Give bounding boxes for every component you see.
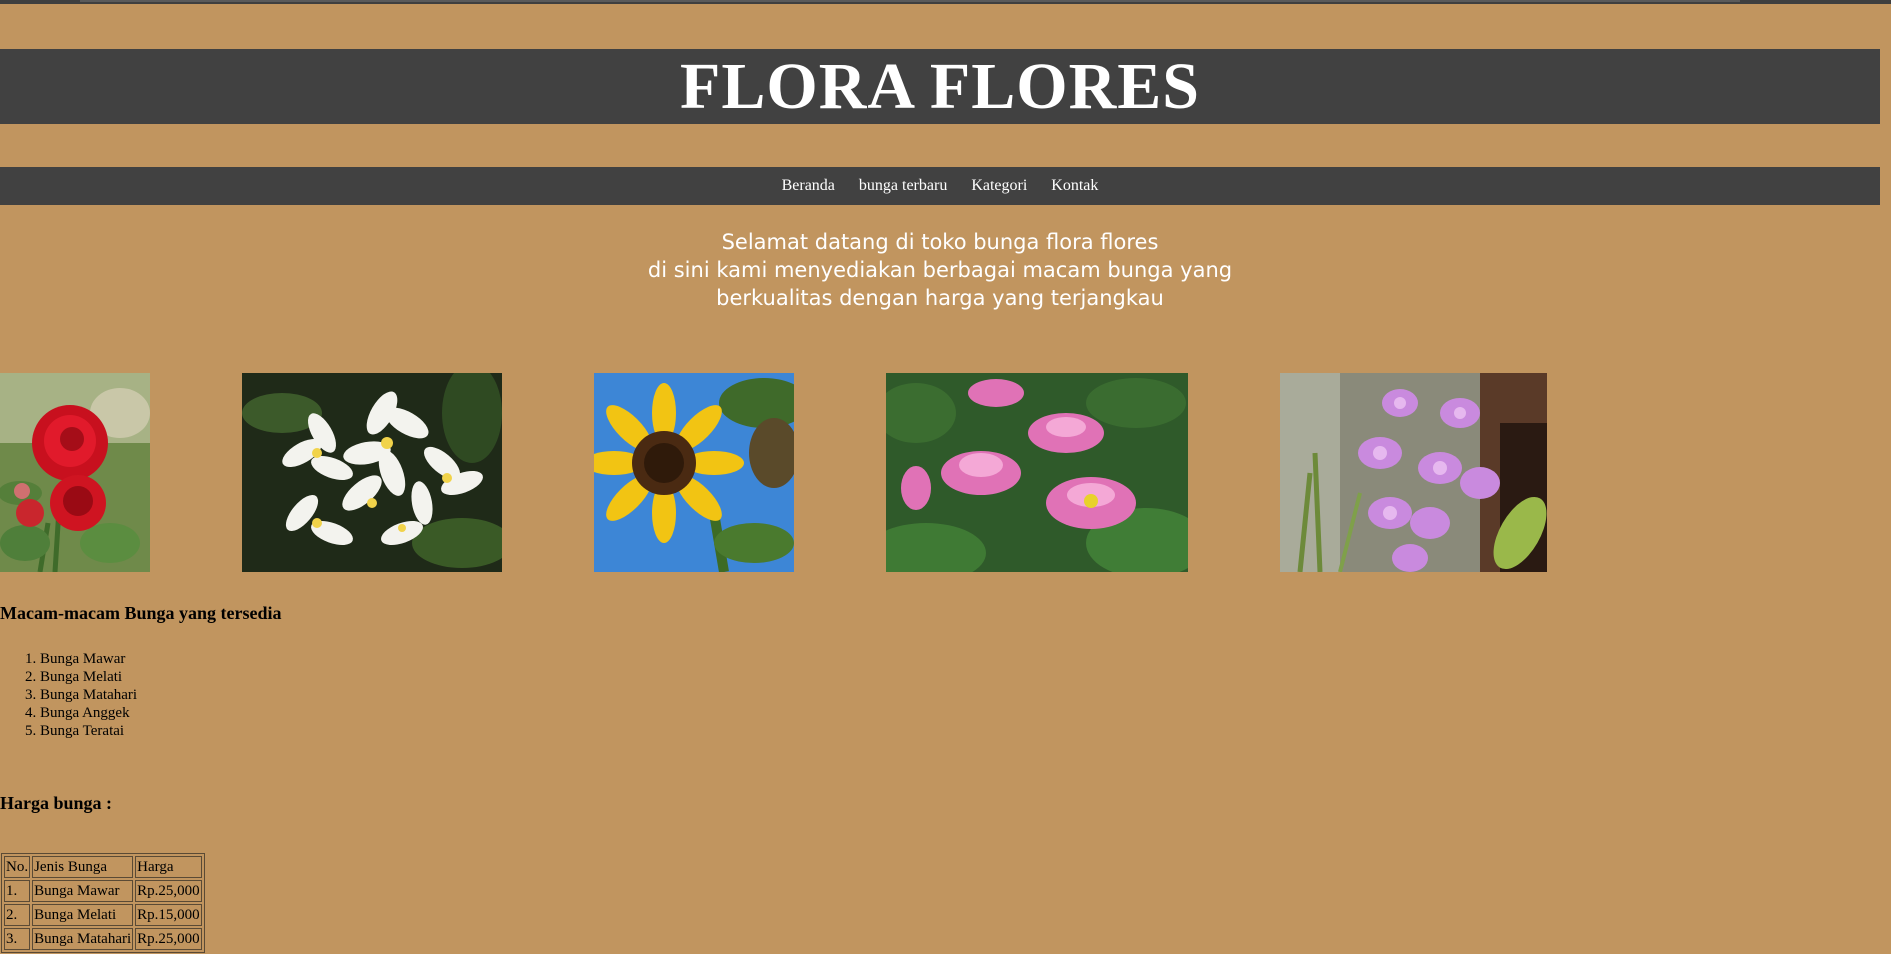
orchid-photo <box>1280 373 1547 572</box>
price-table: No. Jenis Bunga Harga 1. Bunga Mawar Rp.… <box>1 853 205 953</box>
column-header: Jenis Bunga <box>32 856 134 878</box>
nav-kategori[interactable]: Kategori <box>971 177 1027 194</box>
table-cell: Rp.25,000 <box>135 928 202 950</box>
nav-kontak[interactable]: Kontak <box>1051 177 1098 194</box>
lotus-photo <box>886 373 1188 572</box>
sunflower-photo <box>594 373 794 572</box>
welcome-line: di sini kami menyediakan berbagai macam … <box>647 258 1233 282</box>
list-item: Bunga Matahari <box>40 686 137 704</box>
list-item: Bunga Melati <box>40 668 137 686</box>
table-cell: Bunga Melati <box>32 904 134 926</box>
site-header: FLORA FLORES <box>0 49 1880 124</box>
flower-gallery <box>0 373 1891 572</box>
table-cell: 1. <box>4 880 31 902</box>
nav-beranda[interactable]: Beranda <box>782 177 835 194</box>
welcome-message: Selamat datang di toko bunga flora flore… <box>0 228 1880 312</box>
main-nav: Beranda bunga terbaru Kategori Kontak <box>0 167 1880 205</box>
table-cell: Rp.15,000 <box>135 904 202 926</box>
table-cell: Bunga Matahari <box>32 928 134 950</box>
jasmine-photo <box>242 373 502 572</box>
table-row: 3. Bunga Matahari Rp.25,000 <box>4 928 202 950</box>
nav-bunga-terbaru[interactable]: bunga terbaru <box>859 177 947 194</box>
window-top-border <box>0 0 1891 4</box>
list-item: Bunga Anggek <box>40 704 137 722</box>
column-header: No. <box>4 856 31 878</box>
price-heading: Harga bunga : <box>0 793 113 813</box>
flower-list-heading: Macam-macam Bunga yang tersedia <box>0 603 282 623</box>
list-item: Bunga Teratai <box>40 722 137 740</box>
window-top-highlight <box>80 0 1740 2</box>
table-header-row: No. Jenis Bunga Harga <box>4 856 202 878</box>
table-cell: Bunga Mawar <box>32 880 134 902</box>
table-row: 2. Bunga Melati Rp.15,000 <box>4 904 202 926</box>
column-header: Harga <box>135 856 202 878</box>
table-cell: 2. <box>4 904 31 926</box>
table-cell: 3. <box>4 928 31 950</box>
flower-list: Bunga Mawar Bunga Melati Bunga Matahari … <box>0 650 137 740</box>
welcome-line: Selamat datang di toko bunga flora flore… <box>721 230 1159 254</box>
list-item: Bunga Mawar <box>40 650 137 668</box>
rose-photo <box>0 373 150 572</box>
site-title: FLORA FLORES <box>680 50 1200 123</box>
table-row: 1. Bunga Mawar Rp.25,000 <box>4 880 202 902</box>
table-cell: Rp.25,000 <box>135 880 202 902</box>
welcome-line: berkualitas dengan harga yang terjangkau <box>716 286 1164 310</box>
